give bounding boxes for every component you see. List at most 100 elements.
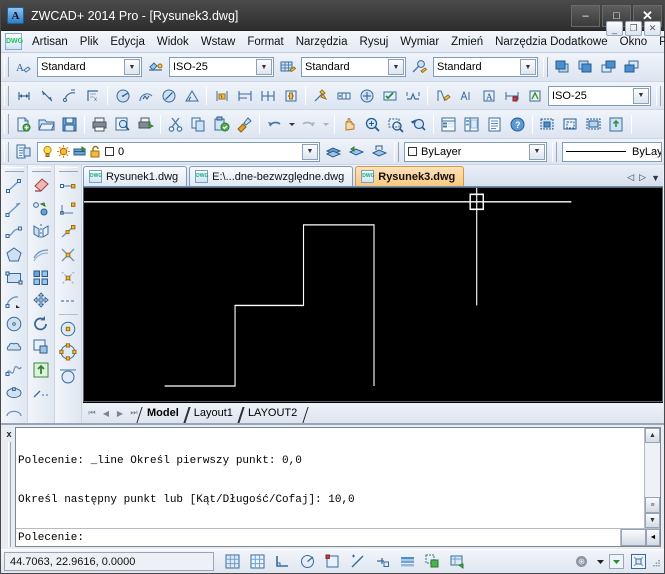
plot-icon[interactable] [134, 113, 157, 135]
snap-mode-icon[interactable] [220, 552, 245, 572]
jogged-linear-icon[interactable] [401, 85, 424, 107]
trim-icon[interactable] [30, 381, 53, 404]
toolbar-grip[interactable] [4, 141, 9, 162]
ortho-mode-icon[interactable] [270, 552, 295, 572]
toolbar-grip[interactable] [4, 167, 24, 172]
edit-dimension-icon[interactable] [431, 85, 454, 107]
bring-to-front-icon[interactable] [551, 56, 574, 78]
undo-icon[interactable] [263, 113, 286, 135]
snap-intersection-icon[interactable] [57, 243, 80, 266]
help-icon[interactable]: ? [506, 113, 529, 135]
linear-dimension-icon[interactable] [12, 85, 35, 107]
chevron-down-icon[interactable]: ▼ [302, 143, 318, 160]
redo-dropdown-icon[interactable] [320, 113, 331, 135]
save-icon[interactable] [58, 113, 81, 135]
polygon-icon[interactable] [3, 243, 26, 266]
drawing-canvas[interactable] [83, 187, 663, 402]
viewport-icon[interactable] [582, 113, 605, 135]
linetype-combo[interactable]: ByLayer [562, 141, 662, 162]
spline-icon[interactable] [3, 358, 26, 381]
tab-prev-icon[interactable]: ◁ [627, 172, 634, 183]
menu-zmien[interactable]: Zmień [445, 33, 489, 51]
snap-from-icon[interactable] [57, 174, 80, 197]
center-mark-icon[interactable] [355, 85, 378, 107]
quick-leader-icon[interactable] [309, 85, 332, 107]
send-under-object-icon[interactable] [620, 56, 643, 78]
zoom-window-icon[interactable] [384, 113, 407, 135]
snap-midpoint-icon[interactable] [57, 220, 80, 243]
clip-xref-icon[interactable] [559, 113, 582, 135]
ordinate-dimension-icon[interactable]: x [81, 85, 104, 107]
snap-center-icon[interactable] [57, 317, 80, 340]
toolbar-grip[interactable] [4, 114, 9, 134]
toolbar-grip[interactable] [4, 57, 9, 77]
chevron-down-icon[interactable]: ▼ [256, 59, 272, 75]
toolbar-grip[interactable] [656, 85, 661, 106]
dimension-update-icon[interactable]: A [477, 85, 500, 107]
tab-next-icon[interactable]: ▷ [639, 172, 646, 183]
menu-narzedzia[interactable]: Narzędzia [290, 33, 354, 51]
tolerance-icon[interactable] [332, 85, 355, 107]
table-style-combo[interactable]: Standard ▼ [301, 57, 406, 77]
zoom-previous-icon[interactable] [407, 113, 430, 135]
dim-style-combo[interactable]: ISO-25 ▼ [169, 57, 274, 77]
design-center-icon[interactable] [460, 113, 483, 135]
snap-extension-icon[interactable] [57, 289, 80, 312]
rectangle-icon[interactable] [3, 266, 26, 289]
dynamic-input-icon[interactable] [395, 552, 420, 572]
properties-icon[interactable] [437, 113, 460, 135]
scroll-down-icon[interactable]: ▼ [645, 513, 660, 528]
dimension-style-icon[interactable] [523, 85, 546, 107]
arc-length-dimension-icon[interactable] [58, 85, 81, 107]
erase-icon[interactable] [30, 174, 53, 197]
send-to-back-icon[interactable] [574, 56, 597, 78]
dim-style-icon[interactable] [144, 56, 167, 78]
tab-list-icon[interactable]: ▼ [651, 173, 660, 183]
polar-tracking-icon[interactable] [295, 552, 320, 572]
mdi-minimize-button[interactable]: _ [606, 21, 623, 36]
chevron-down-icon[interactable]: ▼ [520, 59, 536, 75]
layer-merge-icon[interactable] [368, 141, 391, 163]
revision-cloud-icon[interactable] [3, 335, 26, 358]
circle-icon[interactable] [3, 312, 26, 335]
menu-artisan[interactable]: Artisan [26, 33, 74, 51]
line-icon[interactable] [3, 174, 26, 197]
continue-dimension-icon[interactable] [256, 85, 279, 107]
scrollbar-track[interactable] [645, 443, 660, 497]
mleader-style-combo[interactable]: Standard ▼ [433, 57, 538, 77]
table-style-icon[interactable] [276, 56, 299, 78]
snap-apparent-intersection-icon[interactable] [57, 266, 80, 289]
open-file-icon[interactable] [35, 113, 58, 135]
toolbar-grip[interactable] [394, 141, 399, 162]
lineweight-icon[interactable] [420, 552, 445, 572]
ellipse-arc-icon[interactable] [3, 404, 26, 423]
pan-icon[interactable] [338, 113, 361, 135]
chevron-down-icon[interactable]: ▼ [633, 87, 649, 104]
radius-dimension-icon[interactable] [111, 85, 134, 107]
resize-grip-icon[interactable] [651, 555, 661, 569]
object-snap-tracking-icon[interactable] [345, 552, 370, 572]
print-preview-icon[interactable] [111, 113, 134, 135]
command-window-handle[interactable]: x [3, 427, 15, 547]
layout-tab-layout1[interactable]: Layout1 [188, 406, 242, 420]
new-file-icon[interactable] [12, 113, 35, 135]
menu-wstaw[interactable]: Wstaw [195, 33, 242, 51]
dimension-space-icon[interactable] [279, 85, 302, 107]
inspect-dimension-icon[interactable] [378, 85, 401, 107]
mdi-restore-button[interactable]: ❐ [625, 21, 642, 36]
object-snap-icon[interactable] [320, 552, 345, 572]
layout-first-icon[interactable]: ⏮ [85, 408, 99, 418]
tool-palettes-icon[interactable] [483, 113, 506, 135]
named-viewports-icon[interactable] [536, 113, 559, 135]
coordinates-display[interactable]: 44.7063, 22.9616, 0.0000 [4, 552, 214, 571]
move-icon[interactable] [30, 289, 53, 312]
ray-icon[interactable] [3, 197, 26, 220]
layer-previous-icon[interactable] [345, 141, 368, 163]
scroll-left-icon[interactable]: ◄ [646, 529, 660, 546]
command-vertical-scrollbar[interactable]: ▲ ≡ ▼ [644, 428, 660, 528]
jogged-dimension-icon[interactable] [134, 85, 157, 107]
polyline-icon[interactable] [3, 220, 26, 243]
snap-tangent-icon[interactable] [57, 363, 80, 386]
export-icon[interactable] [605, 113, 628, 135]
angular-dimension-icon[interactable] [180, 85, 203, 107]
